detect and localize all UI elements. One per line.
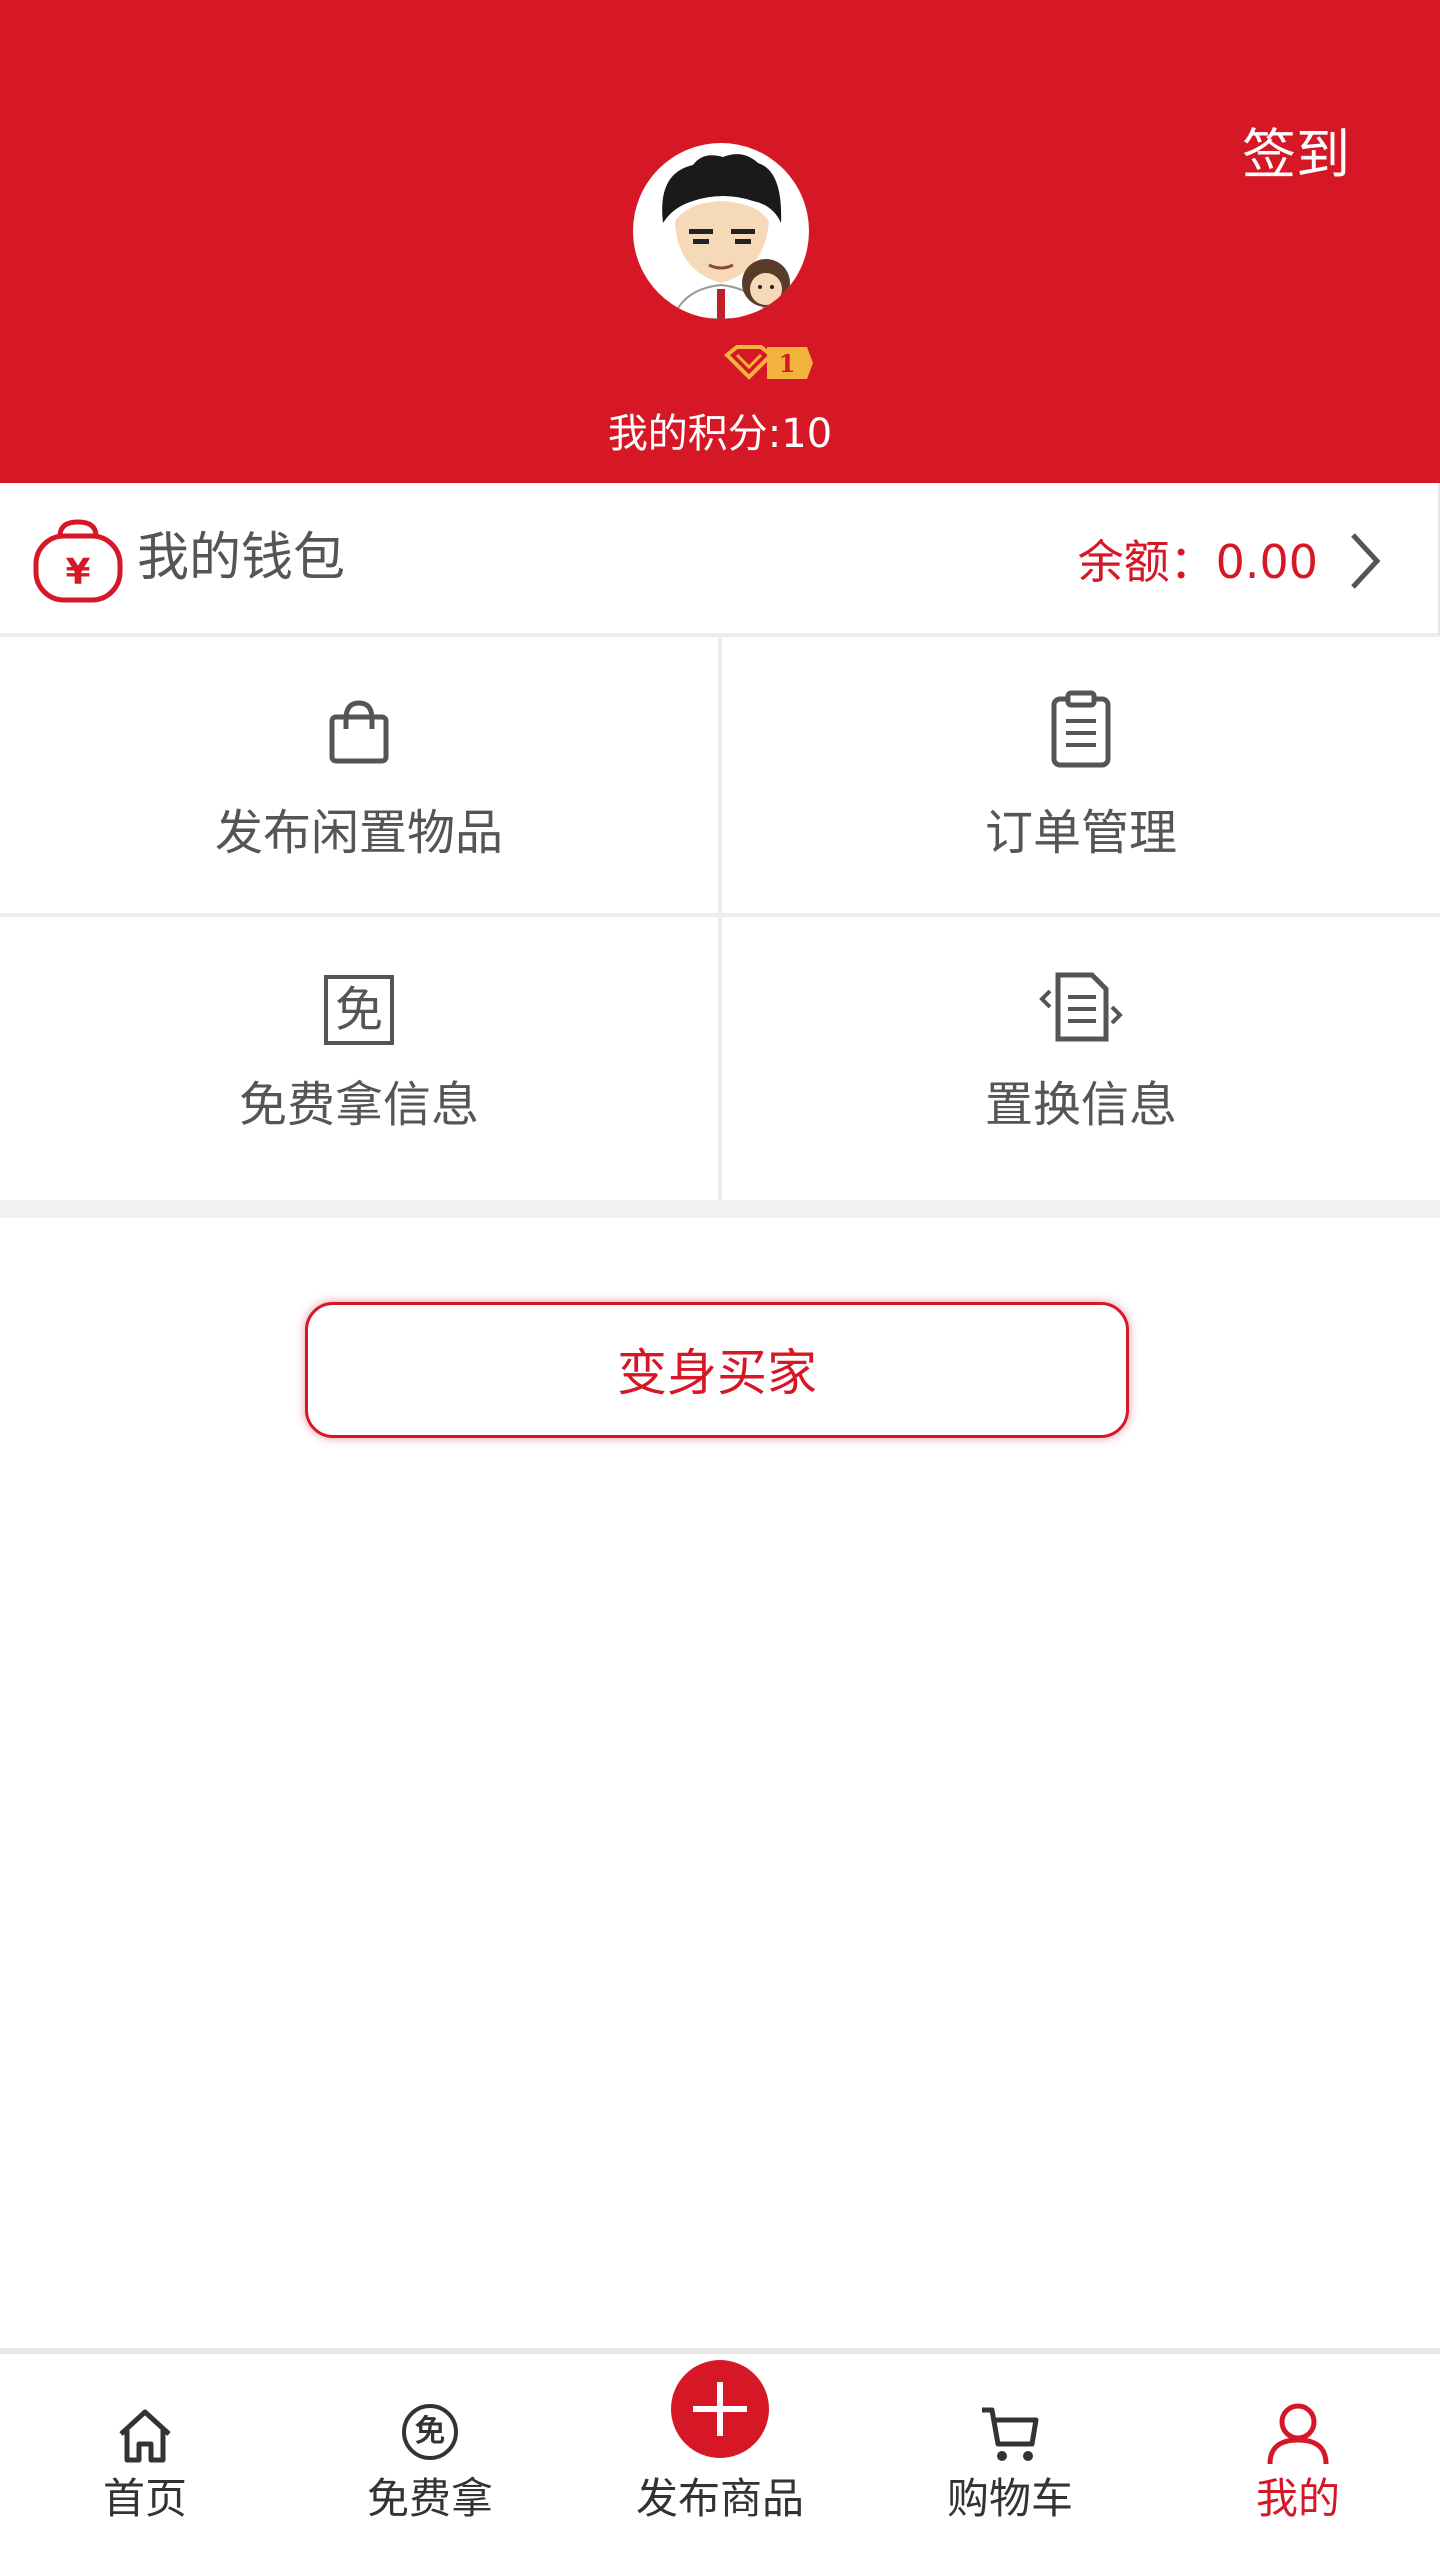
- wallet-title: 我的钱包: [137, 528, 346, 588]
- exchange-document-icon: [1039, 972, 1123, 1042]
- plus-icon: [693, 2382, 747, 2436]
- publish-button[interactable]: [671, 2360, 769, 2458]
- bottom-nav: 首页 免 免费拿 发布商品 购物车 我的: [0, 2352, 1440, 2562]
- nav-item-free[interactable]: 免 免费拿: [330, 2354, 530, 2562]
- nav-label: 我的: [1255, 2474, 1340, 2523]
- shopping-bag-icon: [329, 700, 389, 764]
- menu-grid: 发布闲置物品 订单管理 免 免费拿信息 置换信息: [0, 637, 1440, 1200]
- cart-icon: [982, 2407, 1039, 2461]
- home-icon: [119, 2409, 171, 2463]
- free-icon: 免: [324, 975, 394, 1045]
- signin-button[interactable]: 签到: [1242, 128, 1350, 182]
- free-circle-icon: 免: [402, 2404, 458, 2460]
- nav-item-mine[interactable]: 我的: [1198, 2354, 1398, 2562]
- wallet-icon: ¥: [33, 519, 123, 603]
- switch-to-buyer-button[interactable]: 变身买家: [305, 1302, 1129, 1438]
- svg-text:¥: ¥: [65, 552, 90, 593]
- menu-item-free-info[interactable]: 免 免费拿信息: [0, 917, 718, 1193]
- points-text: 我的积分:10: [607, 411, 833, 457]
- clipboard-icon: [1051, 690, 1111, 768]
- menu-item-label: 发布闲置物品: [214, 805, 503, 861]
- profile-header: 签到 1 我的积分:10: [0, 0, 1440, 483]
- chevron-right-icon: [1351, 533, 1381, 589]
- nav-label: 发布商品: [635, 2474, 804, 2523]
- menu-item-label: 免费拿信息: [238, 1077, 479, 1133]
- avatar[interactable]: [633, 143, 809, 319]
- nav-label: 免费拿: [366, 2474, 493, 2523]
- menu-item-label: 置换信息: [984, 1077, 1177, 1133]
- nav-item-publish[interactable]: 发布商品: [610, 2354, 830, 2562]
- level-number: 1: [779, 349, 796, 378]
- nav-label: 首页: [102, 2474, 187, 2523]
- wallet-balance: 余额：0.00: [1077, 535, 1318, 589]
- nav-item-cart[interactable]: 购物车: [910, 2354, 1110, 2562]
- menu-item-orders[interactable]: 订单管理: [722, 637, 1440, 913]
- level-badge: 1: [723, 345, 815, 381]
- nav-label: 购物车: [946, 2474, 1073, 2523]
- menu-item-label: 订单管理: [984, 805, 1177, 861]
- menu-item-publish-idle[interactable]: 发布闲置物品: [0, 637, 718, 913]
- menu-item-exchange-info[interactable]: 置换信息: [722, 917, 1440, 1193]
- user-icon: [1267, 2403, 1329, 2465]
- section-separator: [0, 1200, 1440, 1218]
- nav-item-home[interactable]: 首页: [45, 2354, 245, 2562]
- wallet-row[interactable]: ¥ 我的钱包 余额：0.00: [0, 483, 1440, 637]
